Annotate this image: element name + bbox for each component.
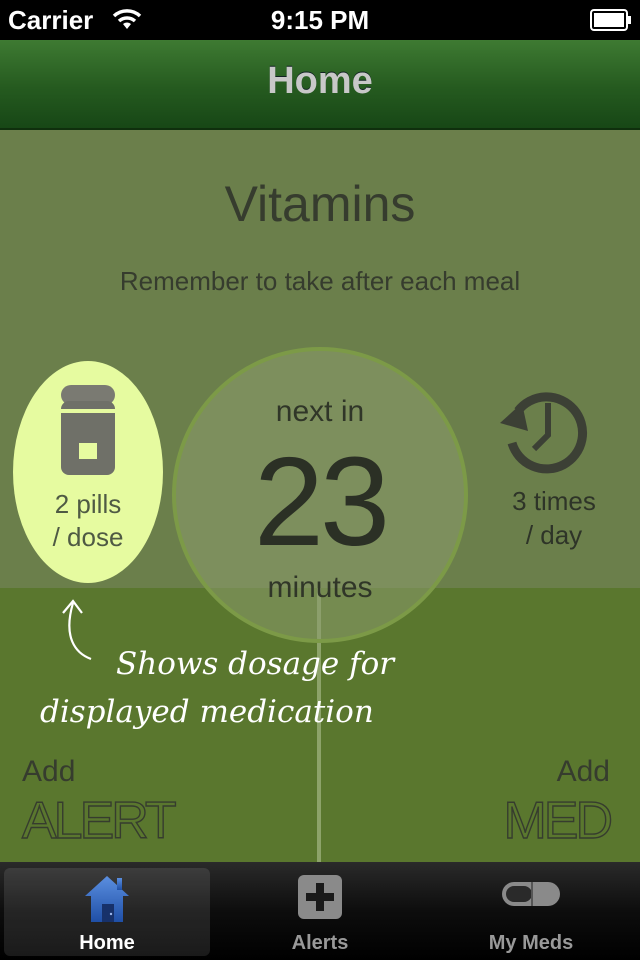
frequency-count: 3 times bbox=[512, 486, 596, 516]
hint-line-1: Shows dosage for bbox=[116, 646, 395, 682]
countdown-label-bottom: minutes bbox=[267, 571, 373, 604]
plus-icon bbox=[217, 874, 423, 925]
tab-home-label: Home bbox=[79, 932, 135, 954]
next-dose-countdown: next in 23 minutes bbox=[172, 347, 468, 643]
page-title: Home bbox=[267, 60, 373, 102]
tab-bar: Home Alerts My Meds bbox=[0, 862, 640, 960]
battery-icon bbox=[590, 9, 632, 36]
status-bar: Carrier 9:15 PM bbox=[0, 0, 640, 40]
medication-name: Vitamins bbox=[224, 176, 416, 232]
tab-my-meds-label: My Meds bbox=[488, 932, 574, 954]
medication-note: Remember to take after each meal bbox=[119, 266, 521, 296]
dosage-hint: Shows dosage for displayed medication bbox=[40, 640, 440, 736]
add-alert-button[interactable]: Add ALERT bbox=[21, 755, 177, 851]
countdown-label-top: next in bbox=[275, 395, 365, 428]
clock-time: 9:15 PM bbox=[270, 5, 370, 35]
add-alert-big-label: ALERT bbox=[21, 791, 177, 850]
pill-bottle-icon bbox=[59, 385, 117, 482]
add-alert-small-label: Add bbox=[22, 755, 76, 788]
pill-capsule-icon bbox=[428, 874, 634, 919]
navigation-bar: Home bbox=[0, 40, 640, 130]
dosage-indicator[interactable]: 2 pills / dose bbox=[13, 361, 163, 583]
dosage-count: 2 pills bbox=[54, 489, 122, 519]
dosage-unit: / dose bbox=[52, 522, 124, 552]
frequency-unit: / day bbox=[525, 520, 583, 550]
add-med-button[interactable]: Add MED bbox=[503, 755, 614, 851]
add-med-small-label: Add bbox=[556, 755, 610, 788]
tab-alerts[interactable]: Alerts bbox=[217, 868, 423, 956]
countdown-value: 23 bbox=[253, 431, 390, 572]
tab-home[interactable]: Home bbox=[4, 868, 210, 956]
home-icon bbox=[4, 874, 210, 929]
hint-line-2: displayed medication bbox=[40, 694, 374, 730]
tab-my-meds[interactable]: My Meds bbox=[428, 868, 634, 956]
tab-alerts-label: Alerts bbox=[291, 932, 349, 954]
add-med-big-label: MED bbox=[503, 791, 614, 850]
clock-history-icon bbox=[498, 385, 594, 482]
